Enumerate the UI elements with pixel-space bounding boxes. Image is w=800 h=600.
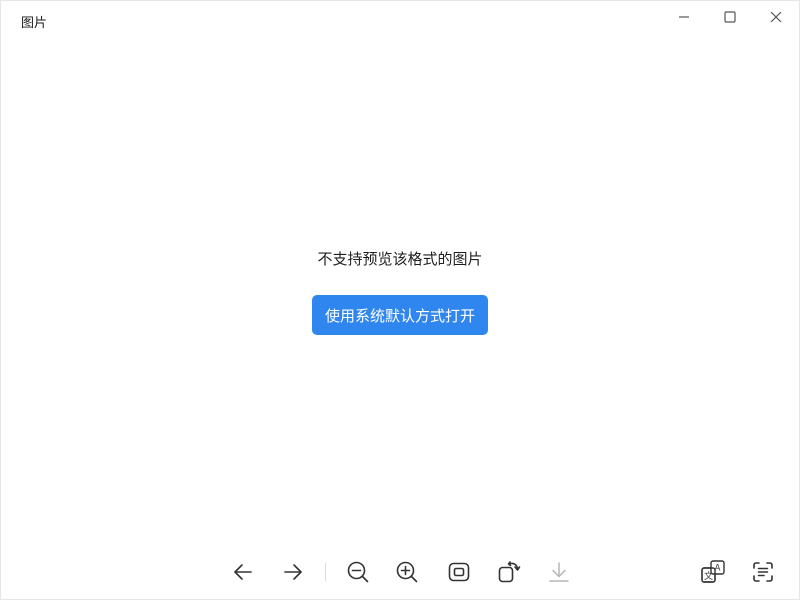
minimize-icon	[679, 16, 689, 18]
zoom-in-button[interactable]	[389, 554, 425, 590]
arrow-right-icon	[284, 564, 302, 580]
download-button[interactable]	[541, 554, 577, 590]
next-image-button[interactable]	[275, 554, 311, 590]
download-icon	[549, 562, 569, 582]
zoom-in-icon	[396, 561, 418, 583]
fit-to-window-button[interactable]	[441, 554, 477, 590]
bottom-toolbar: 文 A	[1, 551, 799, 593]
fit-to-window-icon	[448, 562, 470, 582]
maximize-button[interactable]	[707, 1, 753, 33]
zoom-out-icon	[347, 561, 369, 583]
rotate-icon	[498, 561, 521, 583]
translate-button[interactable]: 文 A	[695, 554, 731, 590]
image-viewer-window: 图片 不支持预览该格式的图片 使用系统默认方式打开 文 A	[0, 0, 800, 600]
window-controls	[661, 1, 799, 33]
open-with-default-app-button[interactable]: 使用系统默认方式打开	[311, 295, 488, 335]
title-bar: 图片	[1, 1, 799, 37]
close-icon	[770, 11, 782, 23]
svg-text:A: A	[715, 564, 721, 574]
translate-icon: 文 A	[701, 560, 725, 583]
rotate-button[interactable]	[491, 554, 527, 590]
text-recognition-icon	[753, 562, 773, 582]
minimize-button[interactable]	[661, 1, 707, 33]
close-button[interactable]	[753, 1, 799, 33]
window-title: 图片	[21, 16, 48, 31]
unsupported-format-panel: 不支持预览该格式的图片 使用系统默认方式打开	[1, 245, 799, 335]
previous-image-button[interactable]	[225, 554, 261, 590]
zoom-out-button[interactable]	[340, 554, 376, 590]
text-recognition-button[interactable]	[745, 554, 781, 590]
svg-text:文: 文	[704, 570, 713, 582]
arrow-left-icon	[234, 564, 252, 580]
unsupported-format-message: 不支持预览该格式的图片	[317, 250, 483, 268]
maximize-icon	[724, 11, 736, 23]
toolbar-divider	[325, 563, 326, 581]
